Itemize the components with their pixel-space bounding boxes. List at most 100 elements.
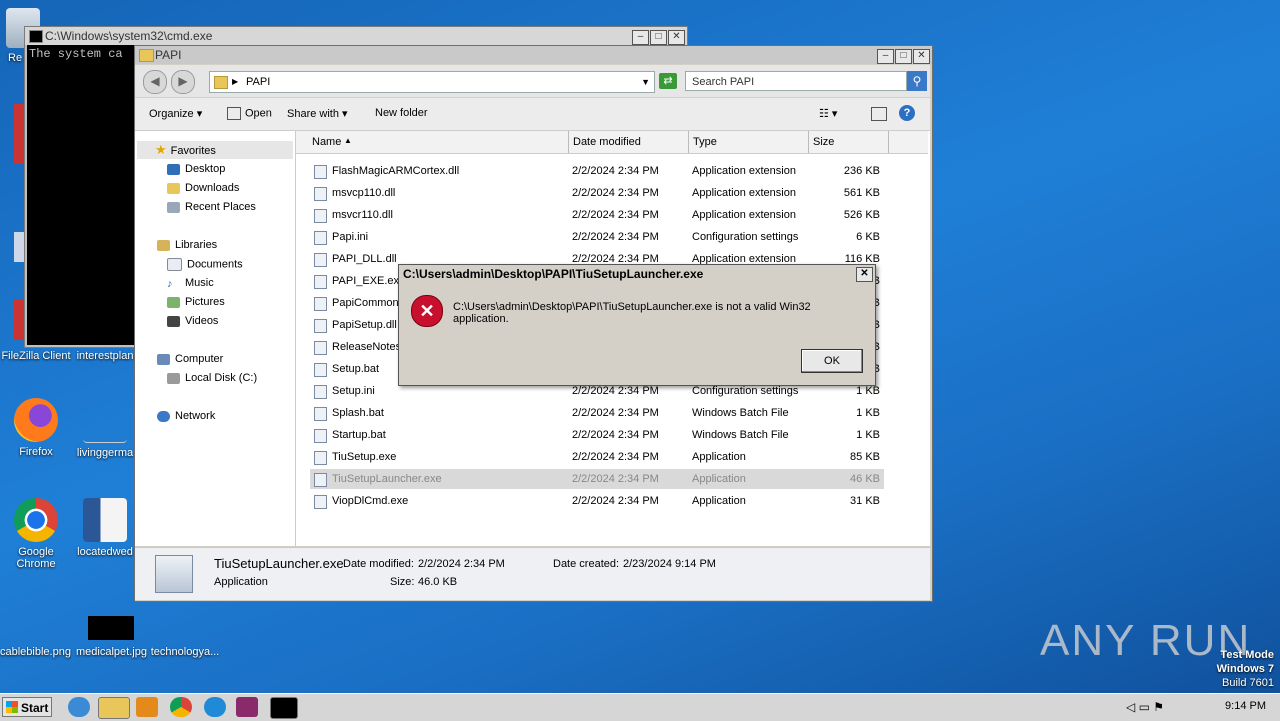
- file-name: Papi.ini: [332, 231, 369, 243]
- organize-button[interactable]: Organize ▾: [149, 107, 202, 120]
- desktop-icon-locatedwed[interactable]: locatedwed: [70, 498, 140, 558]
- file-icon: [83, 398, 127, 443]
- folder-icon: [214, 76, 228, 89]
- help-icon[interactable]: ?: [899, 105, 915, 121]
- close-button[interactable]: ✕: [668, 30, 685, 46]
- nav-libraries[interactable]: Libraries: [157, 239, 217, 251]
- navigation-pane: ★ Favorites Desktop Downloads Recent Plac…: [135, 131, 296, 546]
- nav-local-disk[interactable]: Local Disk (C:): [167, 372, 257, 384]
- start-button[interactable]: Start: [2, 697, 52, 717]
- cmd-title-bar[interactable]: C:\Windows\system32\cmd.exe – □ ✕: [25, 27, 687, 46]
- chevron-down-icon[interactable]: ▼: [641, 72, 650, 92]
- close-button[interactable]: ✕: [913, 49, 930, 65]
- desktop-icon-label: FileZilla Client: [1, 350, 71, 362]
- media-player-icon[interactable]: [136, 697, 158, 717]
- search-icon[interactable]: ⚲: [907, 71, 927, 91]
- address-bar-area: ◀ ▶ ▶ PAPI ▼ ⇄ Search PAPI ⚲: [135, 65, 930, 97]
- taskbar: Start ◁ ▭ ⚑ 9:14 PM: [0, 693, 1280, 721]
- nav-videos[interactable]: Videos: [167, 315, 218, 327]
- file-name: Splash.bat: [332, 407, 384, 419]
- file-row[interactable]: TiuSetup.exe 2/2/2024 2:34 PM Application 8…: [310, 447, 884, 467]
- error-dialog[interactable]: C:\Users\admin\Desktop\PAPI\TiuSetupLaun…: [398, 264, 876, 386]
- nav-pictures[interactable]: Pictures: [167, 296, 225, 308]
- column-size[interactable]: Size: [813, 136, 834, 148]
- desktop-icon-firefox[interactable]: Firefox: [1, 398, 71, 458]
- share-with-button[interactable]: Share with ▾: [287, 107, 348, 120]
- file-date-modified: 2/2/2024 2:34 PM: [572, 165, 659, 177]
- file-type: Application: [692, 495, 746, 507]
- dialog-title-bar[interactable]: C:\Users\admin\Desktop\PAPI\TiuSetupLaun…: [399, 265, 875, 283]
- view-options-icon[interactable]: ☷ ▾: [819, 107, 837, 120]
- chrome-taskbar-icon[interactable]: [170, 697, 192, 717]
- preview-pane-icon[interactable]: [871, 107, 887, 121]
- maximize-button[interactable]: □: [650, 30, 667, 46]
- file-row[interactable]: FlashMagicARMCortex.dll 2/2/2024 2:34 PM A…: [310, 161, 884, 181]
- desktop-icon-label: Google Chrome: [16, 546, 56, 570]
- open-button[interactable]: Open: [227, 107, 272, 120]
- column-type[interactable]: Type: [693, 136, 717, 148]
- file-icon: [314, 319, 327, 333]
- column-date-modified[interactable]: Date modified: [573, 136, 641, 148]
- nav-favorites[interactable]: ★ Favorites: [137, 141, 293, 159]
- minimize-button[interactable]: –: [877, 49, 894, 65]
- cmd-console[interactable]: The system ca: [27, 45, 135, 345]
- ok-button[interactable]: OK: [801, 349, 863, 373]
- file-row[interactable]: Papi.ini 2/2/2024 2:34 PM Configuration se…: [310, 227, 884, 247]
- forward-button[interactable]: ▶: [171, 70, 195, 94]
- nav-computer[interactable]: Computer: [157, 353, 223, 365]
- ie-icon[interactable]: [68, 697, 90, 717]
- refresh-icon[interactable]: ⇄: [659, 73, 677, 89]
- file-icon: [314, 407, 327, 421]
- file-row[interactable]: ViopDlCmd.exe 2/2/2024 2:34 PM Application…: [310, 491, 884, 511]
- details-name: TiuSetupLauncher.exe: [214, 556, 344, 571]
- edge-icon[interactable]: [204, 697, 226, 717]
- new-folder-button[interactable]: New folder: [375, 107, 428, 119]
- search-input[interactable]: Search PAPI: [685, 71, 907, 91]
- file-row[interactable]: TiuSetupLauncher.exe 2/2/2024 2:34 PM Appl…: [310, 469, 884, 489]
- dialog-title: C:\Users\admin\Desktop\PAPI\TiuSetupLaun…: [403, 267, 704, 281]
- back-button[interactable]: ◀: [143, 70, 167, 94]
- dialog-close-button[interactable]: ✕: [856, 267, 873, 282]
- file-name: Setup.ini: [332, 385, 375, 397]
- file-row[interactable]: Splash.bat 2/2/2024 2:34 PM Windows Batch …: [310, 403, 884, 423]
- toolbar: Organize ▾ Open Share with ▾ New folder …: [135, 98, 930, 131]
- address-bar[interactable]: ▶ PAPI ▼: [209, 71, 655, 93]
- desktop-icon-label: medicalpet.jpg: [76, 646, 147, 658]
- desktop-icon-medicalpet[interactable]: medicalpet.jpg: [76, 646, 147, 658]
- desktop-icon-cablebible[interactable]: cablebible.png: [0, 646, 71, 658]
- file-row[interactable]: msvcr110.dll 2/2/2024 2:34 PM Application …: [310, 205, 884, 225]
- desktop-icon-filezilla[interactable]: FileZilla Client: [1, 350, 71, 362]
- nav-downloads[interactable]: Downloads: [167, 182, 239, 194]
- file-size: 561 KB: [843, 187, 880, 199]
- libraries-icon: [157, 239, 170, 251]
- desktop-icon-technologya[interactable]: technologya...: [150, 646, 220, 658]
- nav-documents[interactable]: Documents: [167, 258, 243, 271]
- nav-music[interactable]: ♪ Music: [167, 277, 214, 290]
- desktop-icon-chrome[interactable]: Google Chrome: [1, 498, 71, 570]
- file-size: 526 KB: [843, 209, 880, 221]
- tray-icons[interactable]: ◁ ▭ ⚑: [1126, 700, 1164, 714]
- clock[interactable]: 9:14 PM: [1225, 700, 1266, 712]
- minimize-button[interactable]: –: [632, 30, 649, 46]
- nav-network[interactable]: Network: [157, 410, 215, 422]
- nav-recent-places[interactable]: Recent Places: [167, 201, 256, 213]
- file-name: PapiCommon.: [332, 297, 402, 309]
- desktop-icon-livinggerma[interactable]: livinggerma: [70, 398, 140, 459]
- maximize-button[interactable]: □: [895, 49, 912, 65]
- desktop-icon-interestplan[interactable]: interestplan: [70, 350, 140, 362]
- file-row[interactable]: msvcp110.dll 2/2/2024 2:34 PM Application …: [310, 183, 884, 203]
- cmd-taskbar-icon[interactable]: [270, 697, 298, 719]
- file-type: Application: [692, 473, 746, 485]
- file-icon: [314, 495, 327, 509]
- explorer-title-bar[interactable]: PAPI – □ ✕: [135, 46, 932, 65]
- file-icon: [314, 297, 327, 311]
- sort-up-icon: ▲: [344, 136, 352, 145]
- chevron-right-icon[interactable]: ▶: [232, 72, 238, 92]
- file-icon: [314, 231, 327, 245]
- winrar-icon[interactable]: [236, 697, 258, 717]
- column-name[interactable]: Name: [312, 136, 341, 148]
- file-type: Configuration settings: [692, 231, 799, 243]
- file-row[interactable]: Startup.bat 2/2/2024 2:34 PM Windows Batch…: [310, 425, 884, 445]
- explorer-taskbar-icon[interactable]: [98, 697, 130, 719]
- nav-desktop[interactable]: Desktop: [167, 163, 225, 175]
